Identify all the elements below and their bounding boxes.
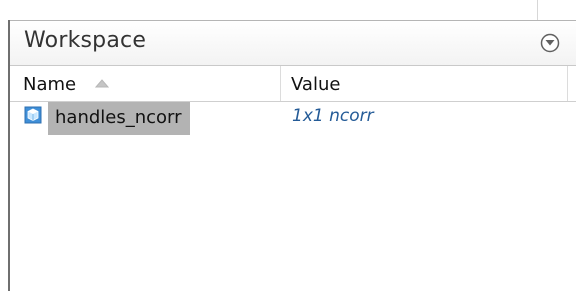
cube-object-icon [24, 106, 42, 124]
variable-row[interactable]: handles_ncorr 1x1 ncorr [10, 102, 576, 136]
variable-value-cell[interactable]: 1x1 ncorr [292, 106, 374, 126]
panel-header: Workspace [10, 21, 576, 66]
panel-menu-button[interactable] [540, 33, 560, 53]
panel-title: Workspace [24, 28, 147, 53]
table-header: Name Value [10, 66, 576, 102]
workspace-panel: Workspace Name Value handles_ncorr 1x1 n… [10, 20, 576, 291]
name-column-header[interactable]: Name [10, 66, 281, 101]
circle-down-arrow-icon [540, 33, 560, 53]
extra-column-header[interactable] [568, 66, 576, 101]
value-column-header[interactable]: Value [281, 66, 568, 101]
name-column-label: Name [23, 74, 77, 95]
top-strip [0, 0, 576, 20]
ascending-arrow-icon [95, 79, 109, 88]
variable-name-cell[interactable]: handles_ncorr [48, 102, 190, 135]
top-divider [537, 0, 538, 20]
workspace-window: Workspace Name Value handles_ncorr 1x1 n… [0, 0, 576, 291]
value-column-label: Value [291, 74, 341, 95]
